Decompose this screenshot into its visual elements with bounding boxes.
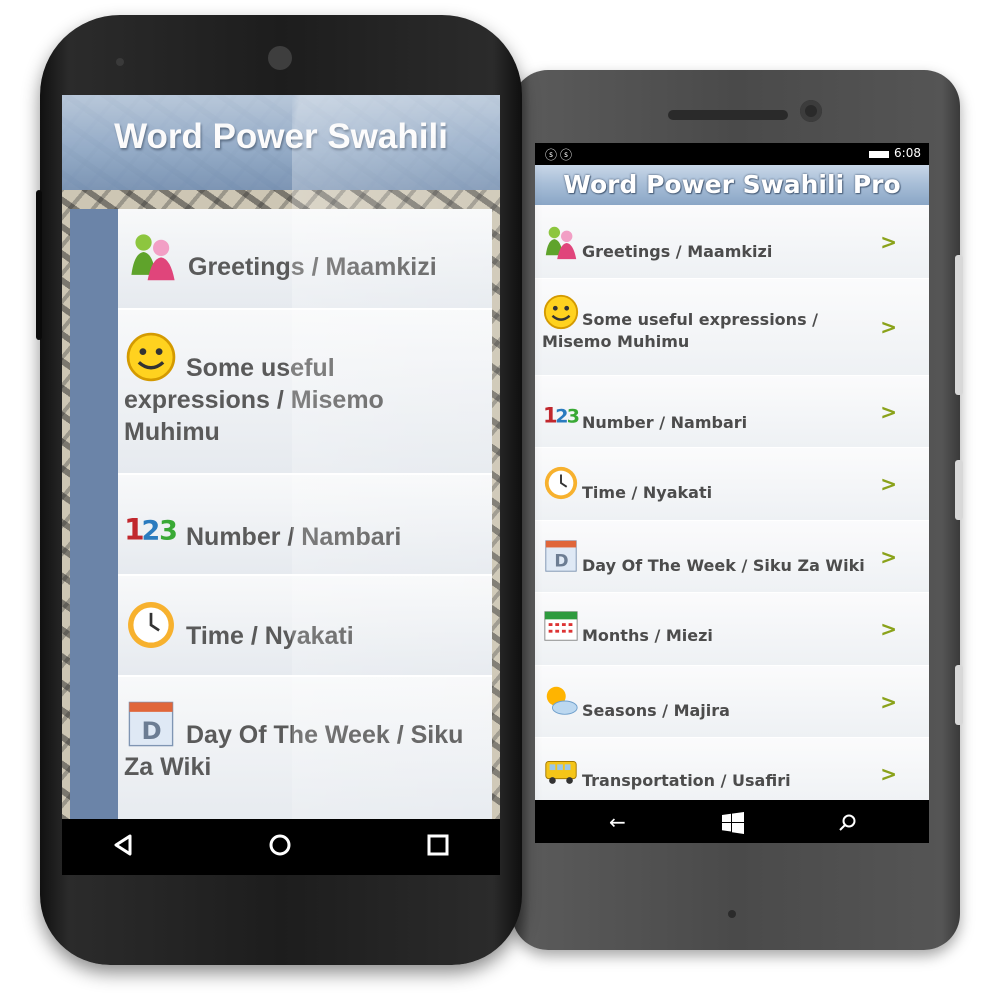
volume-button xyxy=(955,255,963,395)
chevron-right-icon: > xyxy=(880,617,897,641)
item-label: Months / Miezi xyxy=(582,626,713,645)
sensor-dot xyxy=(116,58,124,66)
list-item-time[interactable]: Time / Nyakati xyxy=(118,576,492,677)
item-label: Time / Nyakati xyxy=(582,483,713,502)
list-item-expressions[interactable]: Some useful expressions / Misemo Muhimu … xyxy=(535,279,929,376)
smiley-icon xyxy=(543,294,579,330)
list-item-day-of-week[interactable]: D Day Of The Week / Siku Za Wiki > xyxy=(535,521,929,593)
notification-icons: ⓢⓢ xyxy=(545,148,576,162)
category-list: Greetings / Maamkizi Some useful express… xyxy=(118,209,492,819)
list-item-number[interactable]: 1 2 3 Number / Nambari > xyxy=(535,376,929,448)
item-label: Greetings / Maamkizi xyxy=(188,253,437,281)
sun-cloud-icon xyxy=(546,686,578,715)
item-label: Number / Nambari xyxy=(186,523,402,551)
calendar-day-icon: D xyxy=(128,701,174,747)
svg-text:D: D xyxy=(142,716,162,745)
chevron-right-icon: > xyxy=(880,544,897,569)
smiley-icon xyxy=(126,332,176,382)
numbers-123-icon: 1 2 3 xyxy=(124,513,178,548)
chevron-right-icon: > xyxy=(880,472,897,496)
chevron-right-icon: > xyxy=(880,689,897,714)
list-item-greetings[interactable]: Greetings / Maamkizi > xyxy=(535,205,929,279)
category-list: Greetings / Maamkizi > Some useful expre… xyxy=(535,205,929,810)
android-nav-bar xyxy=(62,819,500,875)
back-icon[interactable] xyxy=(112,833,134,857)
item-label: Time / Nyakati xyxy=(186,622,354,650)
chevron-right-icon: > xyxy=(880,761,897,786)
front-camera xyxy=(268,46,292,70)
list-item-seasons[interactable]: Seasons / Majira > xyxy=(535,666,929,738)
item-label: Greetings / Maamkizi xyxy=(582,242,773,261)
clock-icon xyxy=(128,602,174,648)
power-button xyxy=(955,460,963,520)
app-title: Word Power Swahili Pro xyxy=(535,165,929,205)
list-item-expressions[interactable]: Some useful expressions / Misemo Muhimu xyxy=(118,310,492,475)
windows-phone-screen: ⓢⓢ 6:08 Word Power Swahili Pro Greetings… xyxy=(535,143,929,843)
microphone-dot xyxy=(728,910,736,918)
chevron-right-icon: > xyxy=(880,399,897,424)
list-item-greetings[interactable]: Greetings / Maamkizi xyxy=(118,209,492,310)
bus-icon xyxy=(545,761,577,784)
status-time: 6:08 xyxy=(894,146,921,160)
battery-icon xyxy=(869,151,889,158)
item-label: Day Of The Week / Siku Za Wiki xyxy=(582,556,865,575)
side-button xyxy=(36,190,42,340)
calendar-day-icon: D xyxy=(545,540,577,572)
item-label: Some useful expressions / Misemo Muhimu xyxy=(542,310,818,351)
svg-text:2: 2 xyxy=(142,516,161,547)
item-label: Number / Nambari xyxy=(582,413,748,432)
clock-icon xyxy=(544,466,578,500)
camera-button xyxy=(955,665,963,725)
svg-text:D: D xyxy=(554,551,568,571)
calendar-month-icon xyxy=(544,611,578,641)
app-header: Word Power Swahili xyxy=(62,95,500,190)
svg-text:3: 3 xyxy=(159,516,178,547)
chevron-right-icon: > xyxy=(880,315,897,339)
list-item-day-of-week[interactable]: D Day Of The Week / Siku Za Wiki xyxy=(118,677,492,819)
list-item-months[interactable]: Months / Miezi > xyxy=(535,593,929,666)
earpiece-speaker xyxy=(668,110,788,120)
search-icon[interactable] xyxy=(839,814,857,832)
status-bar: ⓢⓢ 6:08 xyxy=(535,143,929,165)
recents-icon[interactable] xyxy=(426,833,450,857)
side-accent-bar xyxy=(70,209,118,819)
home-icon[interactable] xyxy=(268,833,292,857)
android-phone-screen: Word Power Swahili Greetings / Maamkizi … xyxy=(62,95,500,875)
list-item-number[interactable]: 1 2 3 Number / Nambari xyxy=(118,475,492,576)
windows-nav-bar: ← xyxy=(535,800,929,843)
windows-logo-icon[interactable] xyxy=(722,812,744,834)
chevron-right-icon: > xyxy=(880,229,897,254)
front-camera xyxy=(800,100,822,122)
svg-text:3: 3 xyxy=(567,406,580,428)
back-arrow-icon[interactable]: ← xyxy=(609,810,626,834)
greetings-people-icon xyxy=(545,226,577,260)
app-title: Word Power Swahili xyxy=(114,117,448,156)
item-label: Transportation / Usafiri xyxy=(582,771,791,790)
greetings-people-icon xyxy=(131,234,175,281)
numbers-123-icon: 1 2 3 xyxy=(543,404,580,428)
item-label: Seasons / Majira xyxy=(582,701,730,720)
list-item-time[interactable]: Time / Nyakati > xyxy=(535,448,929,521)
